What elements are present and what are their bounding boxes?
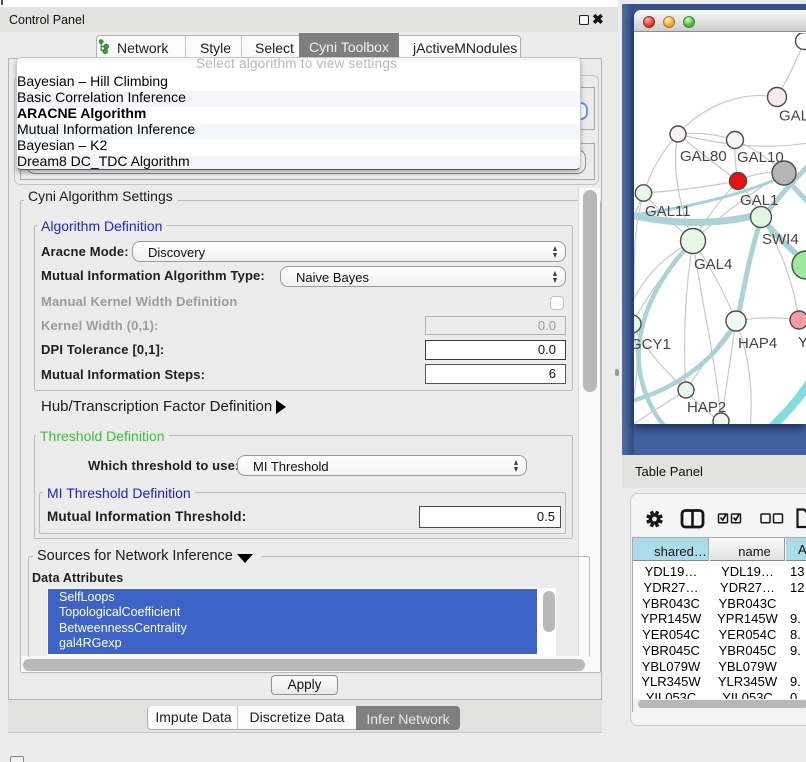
svg-text:GAL10: GAL10 (737, 149, 784, 166)
svg-text:SWI4: SWI4 (762, 231, 799, 248)
svg-text:GAL4: GAL4 (694, 256, 732, 273)
svg-text:GCY1: GCY1 (634, 336, 671, 353)
svg-text:HAP2: HAP2 (687, 399, 726, 416)
svg-text:GAL7: GAL7 (779, 108, 806, 125)
svg-text:GAL80: GAL80 (680, 148, 727, 165)
svg-text:Y: Y (798, 334, 806, 351)
svg-text:GAL1: GAL1 (740, 192, 778, 209)
svg-text:GAL11: GAL11 (645, 203, 691, 220)
svg-text:HAP4: HAP4 (738, 335, 777, 352)
